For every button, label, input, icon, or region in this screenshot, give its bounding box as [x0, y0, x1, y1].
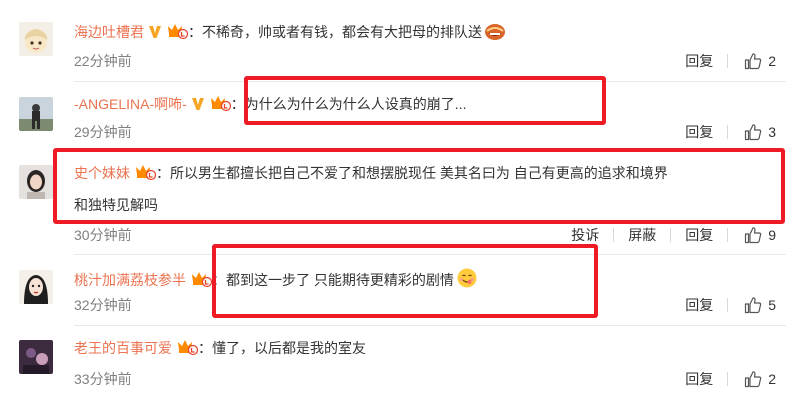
- block-button[interactable]: 屏蔽: [628, 225, 656, 245]
- comment-actions: 回复 2: [685, 369, 776, 389]
- timestamp: 32分钟前: [74, 297, 132, 313]
- like-button[interactable]: 3: [744, 122, 776, 142]
- verified-v-icon: [191, 96, 205, 117]
- comment-actions: 回复 5: [685, 295, 776, 315]
- divider: [670, 228, 672, 242]
- highlight-box: [244, 76, 606, 125]
- reply-button[interactable]: 回复: [685, 225, 713, 245]
- avatar[interactable]: [19, 340, 53, 374]
- member-crown-icon[interactable]: [176, 338, 199, 361]
- reply-button[interactable]: 回复: [685, 369, 713, 389]
- like-button[interactable]: 9: [744, 225, 776, 245]
- avatar[interactable]: [19, 165, 53, 199]
- timestamp: 33分钟前: [74, 371, 132, 387]
- divider: [727, 298, 729, 312]
- username-link[interactable]: 老王的百事可爱: [74, 340, 172, 356]
- comment-line: 老王的百事可爱 ：懂了，以后都是我的室友: [74, 338, 366, 361]
- like-count: 3: [768, 124, 776, 140]
- like-count: 9: [768, 227, 776, 243]
- thumbs-up-icon: [745, 53, 762, 70]
- comment-actions: 回复 2: [685, 51, 776, 71]
- divider: [727, 372, 729, 386]
- comment-text: 懂了，以后都是我的室友: [212, 340, 366, 356]
- like-button[interactable]: 2: [744, 51, 776, 71]
- member-crown-icon[interactable]: [166, 22, 189, 45]
- timestamp: 22分钟前: [74, 53, 132, 69]
- thumbs-up-icon: [745, 124, 762, 141]
- thumbs-up-icon: [745, 371, 762, 388]
- divider: [613, 228, 615, 242]
- highlight-box: [212, 244, 598, 318]
- comment-actions: 回复 3: [685, 122, 776, 142]
- thumbs-up-icon: [745, 227, 762, 244]
- colon: ：: [198, 340, 212, 356]
- avatar[interactable]: [19, 97, 53, 131]
- member-crown-icon[interactable]: [209, 94, 231, 117]
- reply-button[interactable]: 回复: [685, 51, 713, 71]
- divider: [727, 228, 729, 242]
- avatar[interactable]: [19, 270, 53, 304]
- verified-v-icon: [148, 24, 162, 45]
- like-button[interactable]: 2: [744, 369, 776, 389]
- member-crown-icon[interactable]: [190, 270, 213, 293]
- divider: [727, 125, 729, 139]
- username-link[interactable]: 桃汁加满荔枝参半: [74, 272, 186, 288]
- like-count: 2: [768, 371, 776, 387]
- comment-actions: 投诉 屏蔽 回复 9: [571, 225, 776, 245]
- timestamp: 30分钟前: [74, 227, 132, 243]
- highlight-box: [53, 148, 785, 224]
- like-count: 2: [768, 53, 776, 69]
- reply-button[interactable]: 回复: [685, 295, 713, 315]
- colon: ：: [230, 96, 245, 112]
- username-link[interactable]: 海边吐槽君: [74, 24, 144, 40]
- thumbs-up-icon: [745, 297, 762, 314]
- comment-text: 不稀奇，帅或者有钱，都会有大把母的排队送: [202, 24, 482, 40]
- reply-button[interactable]: 回复: [685, 122, 713, 142]
- report-button[interactable]: 投诉: [571, 225, 599, 245]
- avatar[interactable]: [19, 22, 53, 56]
- comment-item: 海边吐槽君 ：不稀奇，帅或者有钱，都会有大把母的排队送 22分钟前 回复 2: [0, 0, 800, 80]
- comment-item: 老王的百事可爱 ：懂了，以后都是我的室友 33分钟前 回复 2: [0, 326, 800, 406]
- colon: ：: [188, 24, 202, 40]
- username-link[interactable]: -ANGELINA-啊咘-: [74, 96, 187, 112]
- like-count: 5: [768, 297, 776, 313]
- divider: [727, 54, 729, 68]
- comment-line: 海边吐槽君 ：不稀奇，帅或者有钱，都会有大把母的排队送: [74, 21, 506, 46]
- like-button[interactable]: 5: [744, 295, 776, 315]
- laughing-emoji-icon: [484, 21, 506, 46]
- timestamp: 29分钟前: [74, 124, 132, 140]
